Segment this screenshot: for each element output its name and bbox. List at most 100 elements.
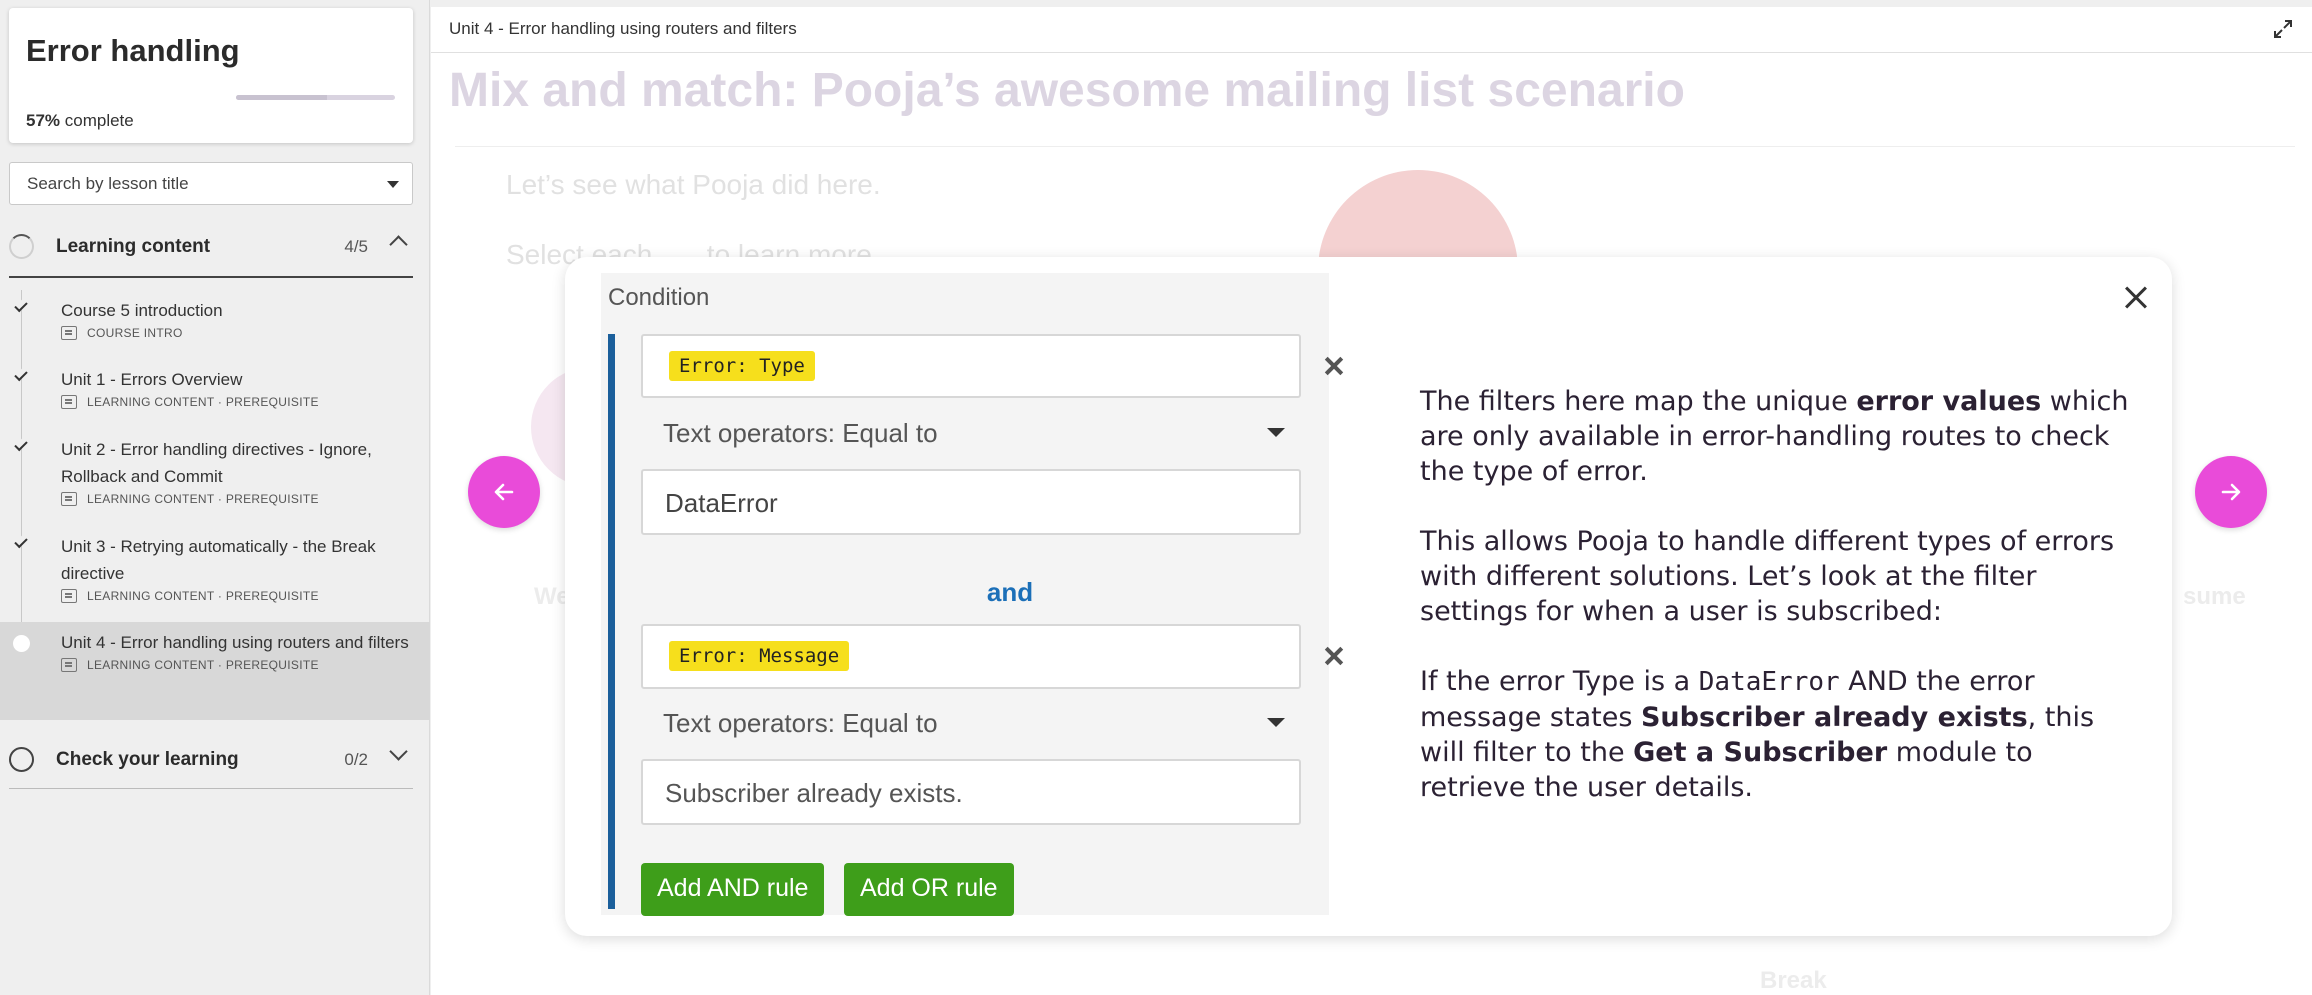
add-or-rule-button: Add OR rule — [844, 863, 1014, 916]
lesson-title: Unit 1 - Errors Overview — [61, 370, 243, 389]
background-label-bottom: Break — [1760, 967, 1827, 994]
lesson-meta: LEARNING CONTENT · PREREQUISITE — [61, 492, 410, 506]
rule2-field: Error: Message — [641, 624, 1301, 689]
check-icon — [14, 367, 28, 382]
progress-suffix: complete — [60, 111, 134, 130]
previous-button[interactable] — [468, 456, 540, 528]
progress-percent: 57% — [26, 111, 61, 130]
course-title: Error handling — [26, 33, 240, 68]
course-sidebar: Error handling 57% complete Search by le… — [0, 0, 430, 995]
arrow-left-icon — [494, 483, 514, 501]
document-icon — [61, 395, 77, 409]
lesson-meta-text: LEARNING CONTENT · PREREQUISITE — [87, 395, 319, 409]
section-count: 4/5 — [344, 237, 368, 256]
section-divider — [9, 788, 413, 789]
rule1-value: DataError — [665, 488, 778, 518]
lesson-item-unit-4[interactable]: Unit 4 - Error handling using routers an… — [0, 622, 430, 720]
section-label: Learning content — [56, 236, 211, 257]
lesson-meta: COURSE INTRO — [61, 326, 410, 340]
lesson-item-course-intro[interactable]: Course 5 introduction COURSE INTRO — [0, 290, 430, 359]
rule2-operator-label: Text operators: Equal to — [663, 708, 938, 738]
rule1-operator: Text operators: Equal to — [663, 418, 1303, 449]
text-run-bold: Get a Subscriber — [1633, 737, 1888, 768]
explanation-paragraph-3: If the error Type is a DataError AND the… — [1420, 664, 2140, 805]
explanation-paragraph-2: This allows Pooja to handle different ty… — [1420, 526, 2115, 627]
section-divider — [9, 276, 413, 278]
add-and-rule-button: Add AND rule — [641, 863, 825, 916]
rule1-value-field: DataError — [641, 469, 1301, 535]
section-label: Check your learning — [56, 749, 239, 770]
rule1-operator-label: Text operators: Equal to — [663, 418, 938, 448]
caret-down-icon — [1267, 428, 1285, 437]
lesson-title: Unit 4 - Error handling using routers an… — [61, 633, 409, 652]
section-progress-ring-icon — [9, 234, 34, 259]
caret-down-icon — [1267, 718, 1285, 727]
remove-rule2-icon — [1321, 643, 1347, 669]
lesson-search-select[interactable]: Search by lesson title — [9, 162, 413, 205]
lesson-meta-text: LEARNING CONTENT · PREREQUISITE — [87, 589, 319, 603]
rule2-value: Subscriber already exists. — [665, 778, 963, 808]
background-label-right: sume — [2183, 583, 2246, 610]
check-icon — [14, 298, 28, 313]
document-icon — [61, 326, 77, 340]
text-run-code: DataError — [1698, 667, 1840, 697]
lesson-title: Unit 3 - Retrying automatically - the Br… — [61, 537, 376, 583]
condition-accent-bar — [608, 334, 615, 909]
course-progress-card: Error handling 57% complete — [9, 8, 413, 143]
lesson-breadcrumb: Unit 4 - Error handling using routers an… — [449, 19, 797, 38]
hotspot-detail-modal: Condition Error: Type Text operators: Eq… — [565, 257, 2172, 936]
course-progress-text: 57% complete — [26, 111, 134, 131]
remove-rule1-icon — [1321, 353, 1347, 379]
lesson-title: Unit 2 - Error handling directives - Ign… — [61, 440, 372, 486]
lesson-list: Course 5 introduction COURSE INTRO Unit … — [0, 290, 430, 720]
divider — [455, 146, 2295, 147]
lesson-search-placeholder: Search by lesson title — [27, 174, 189, 193]
check-icon — [14, 437, 28, 452]
lesson-meta: LEARNING CONTENT · PREREQUISITE — [61, 658, 410, 672]
explanation-text: The filters here map the unique error va… — [1420, 384, 2140, 840]
rule1-field: Error: Type — [641, 334, 1301, 398]
section-check-your-learning[interactable]: Check your learning 0/2 — [9, 737, 413, 781]
course-progress-bar — [236, 95, 395, 100]
expand-icon[interactable] — [2272, 18, 2294, 40]
arrow-right-icon — [2221, 483, 2241, 501]
course-progress-fill — [236, 95, 327, 100]
lesson-title-background: Mix and match: Pooja’s awesome mailing l… — [449, 64, 1685, 117]
lesson-header-bar: Unit 4 - Error handling using routers an… — [431, 7, 2312, 53]
document-icon — [61, 658, 77, 672]
section-count: 0/2 — [344, 750, 368, 769]
next-button[interactable] — [2195, 456, 2267, 528]
lesson-item-unit-2[interactable]: Unit 2 - Error handling directives - Ign… — [0, 429, 430, 526]
section-progress-ring-icon — [9, 747, 34, 772]
chevron-down-icon[interactable] — [389, 742, 408, 761]
document-icon — [61, 589, 77, 603]
lesson-title: Course 5 introduction — [61, 301, 223, 320]
lesson-meta-text: LEARNING CONTENT · PREREQUISITE — [87, 658, 319, 672]
text-run-bold: error values — [1856, 386, 2042, 417]
close-icon[interactable] — [2118, 280, 2154, 316]
rule1-tag: Error: Type — [669, 351, 815, 381]
explanation-paragraph-1: The filters here map the unique error va… — [1420, 384, 2140, 489]
lesson-status-dot-icon — [13, 635, 30, 652]
lesson-item-unit-3[interactable]: Unit 3 - Retrying automatically - the Br… — [0, 526, 430, 622]
check-icon — [14, 534, 28, 549]
lesson-meta-text: COURSE INTRO — [87, 326, 183, 340]
lesson-item-unit-1[interactable]: Unit 1 - Errors Overview LEARNING CONTEN… — [0, 359, 430, 429]
condition-screenshot: Condition Error: Type Text operators: Eq… — [601, 273, 1329, 916]
condition-heading: Condition — [608, 284, 710, 311]
background-intro-text: Let’s see what Pooja did here. — [506, 169, 881, 200]
lesson-meta: LEARNING CONTENT · PREREQUISITE — [61, 395, 410, 409]
chevron-up-icon[interactable] — [389, 235, 408, 254]
rule2-value-field: Subscriber already exists. — [641, 759, 1301, 825]
caret-down-icon — [387, 181, 399, 188]
condition-joiner: and — [986, 577, 1034, 607]
rule2-tag: Error: Message — [669, 641, 850, 671]
section-learning-content[interactable]: Learning content 4/5 — [9, 224, 413, 268]
text-run: The filters here map the unique — [1420, 386, 1857, 417]
rule2-operator: Text operators: Equal to — [663, 708, 1303, 739]
text-run-bold: Subscriber already exists — [1640, 702, 2028, 733]
lesson-meta-text: LEARNING CONTENT · PREREQUISITE — [87, 492, 319, 506]
lesson-meta: LEARNING CONTENT · PREREQUISITE — [61, 589, 410, 603]
document-icon — [61, 492, 77, 506]
text-run: If the error Type is a — [1420, 666, 1699, 697]
